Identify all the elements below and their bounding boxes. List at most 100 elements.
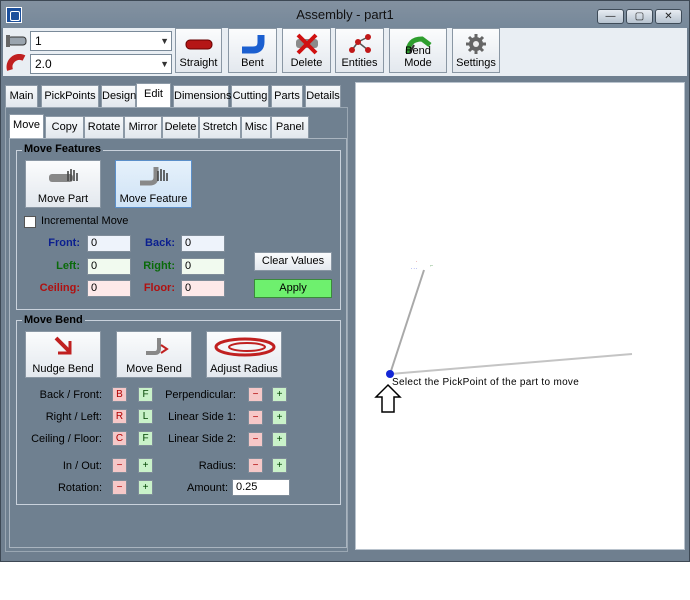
straight-label: Straight bbox=[179, 57, 218, 69]
floor-nudge-button[interactable]: F bbox=[138, 431, 153, 446]
pipe-size-select[interactable]: 1 ▼ bbox=[30, 31, 172, 51]
tab-pickpoints[interactable]: PickPoints bbox=[41, 85, 99, 107]
right-left-label: Right / Left: bbox=[45, 411, 102, 423]
tab-cutting[interactable]: Cutting bbox=[231, 85, 269, 107]
back-label: Back: bbox=[145, 237, 175, 249]
in-out-minus-button[interactable]: − bbox=[112, 458, 127, 473]
right-label: Right: bbox=[143, 260, 175, 272]
perpendicular-minus-button[interactable]: − bbox=[248, 387, 263, 402]
title-bar[interactable]: Assembly - part1 — ▢ ✕ bbox=[1, 1, 689, 28]
tab-delete[interactable]: Delete bbox=[162, 116, 199, 138]
entities-icon bbox=[348, 34, 371, 53]
back-front-label: Back / Front: bbox=[39, 389, 102, 401]
move-part-label: Move Part bbox=[37, 193, 89, 205]
incremental-move-label: Incremental Move bbox=[41, 215, 129, 227]
window-title: Assembly - part1 bbox=[296, 7, 394, 22]
floor-label: Floor: bbox=[143, 282, 175, 294]
radius-minus-button[interactable]: − bbox=[248, 458, 263, 473]
floor-field[interactable]: 0 bbox=[181, 280, 225, 297]
linear-side-1-plus-button[interactable]: + bbox=[272, 410, 287, 425]
tab-panel[interactable]: Panel bbox=[271, 116, 309, 138]
radius-plus-button[interactable]: + bbox=[272, 458, 287, 473]
svg-text:· · ·: · · · bbox=[411, 266, 417, 271]
main-tab-bar: Main PickPoints Design Edit Dimensions C… bbox=[5, 83, 345, 107]
perpendicular-label: Perpendicular: bbox=[165, 389, 236, 401]
move-part-button[interactable]: Move Part bbox=[25, 160, 101, 208]
bent-label: Bent bbox=[241, 57, 264, 69]
ceiling-floor-label: Ceiling / Floor: bbox=[31, 433, 102, 445]
apply-button[interactable]: Apply bbox=[254, 279, 332, 298]
tab-misc[interactable]: Misc bbox=[241, 116, 271, 138]
back-nudge-button[interactable]: B bbox=[112, 387, 127, 402]
left-nudge-button[interactable]: L bbox=[138, 409, 153, 424]
svg-text:·: · bbox=[416, 259, 417, 264]
amount-label: Amount: bbox=[187, 482, 228, 494]
bent-button[interactable]: Bent bbox=[228, 28, 277, 73]
tab-stretch[interactable]: Stretch bbox=[199, 116, 241, 138]
maximize-button[interactable]: ▢ bbox=[626, 9, 653, 24]
adjust-radius-label: Adjust Radius bbox=[210, 363, 278, 375]
in-out-label: In / Out: bbox=[62, 460, 102, 472]
in-out-plus-button[interactable]: + bbox=[138, 458, 153, 473]
move-feature-button[interactable]: Move Feature bbox=[115, 160, 192, 208]
tab-parts[interactable]: Parts bbox=[271, 85, 303, 107]
minimize-button[interactable]: — bbox=[597, 9, 624, 24]
right-nudge-button[interactable]: R bbox=[112, 409, 127, 424]
entities-button[interactable]: Entities bbox=[335, 28, 384, 73]
bend-mode-button[interactable]: Bend Mode bbox=[389, 28, 447, 73]
tab-edit[interactable]: Edit bbox=[136, 83, 171, 107]
move-bend-icon bbox=[146, 338, 169, 355]
tab-main[interactable]: Main bbox=[5, 85, 38, 107]
tab-rotate[interactable]: Rotate bbox=[84, 116, 124, 138]
straight-button[interactable]: Straight bbox=[175, 28, 222, 73]
bend-radius-value: 2.0 bbox=[35, 57, 52, 71]
nudge-bend-icon bbox=[54, 336, 72, 355]
sub-tab-bar: Move Copy Rotate Mirror Delete Stretch M… bbox=[9, 114, 309, 138]
settings-label: Settings bbox=[456, 57, 496, 69]
up-arrow-cursor-icon bbox=[374, 383, 402, 413]
bend-radius-icon bbox=[6, 53, 28, 72]
linear-side-2-minus-button[interactable]: − bbox=[248, 432, 263, 447]
rotation-plus-button[interactable]: + bbox=[138, 480, 153, 495]
tab-dimensions[interactable]: Dimensions bbox=[173, 85, 231, 107]
move-bend-label: Move Bend bbox=[126, 363, 182, 375]
svg-text:⌐: ⌐ bbox=[430, 263, 433, 268]
linear-side-1-minus-button[interactable]: − bbox=[248, 410, 263, 425]
adjust-radius-icon bbox=[214, 337, 276, 357]
nudge-bend-button[interactable]: Nudge Bend bbox=[25, 331, 101, 378]
move-feature-label: Move Feature bbox=[119, 193, 188, 205]
pipe-bent-icon bbox=[241, 35, 264, 54]
right-field[interactable]: 0 bbox=[181, 258, 225, 275]
perpendicular-plus-button[interactable]: + bbox=[272, 387, 287, 402]
tab-design[interactable]: Design bbox=[101, 85, 136, 107]
settings-button[interactable]: Settings bbox=[452, 28, 500, 73]
ceiling-nudge-button[interactable]: C bbox=[112, 431, 127, 446]
front-label: Front: bbox=[48, 237, 80, 249]
move-bend-title: Move Bend bbox=[22, 314, 85, 326]
tab-details[interactable]: Details bbox=[305, 85, 341, 107]
move-feature-icon bbox=[140, 167, 168, 186]
nudge-bend-label: Nudge Bend bbox=[32, 363, 94, 375]
rotation-label: Rotation: bbox=[57, 482, 102, 494]
bend-radius-select[interactable]: 2.0 ▼ bbox=[30, 54, 172, 74]
adjust-radius-button[interactable]: Adjust Radius bbox=[206, 331, 282, 378]
rotation-minus-button[interactable]: − bbox=[112, 480, 127, 495]
front-nudge-button[interactable]: F bbox=[138, 387, 153, 402]
delete-button[interactable]: Delete bbox=[282, 28, 331, 73]
linear-side-1-label: Linear Side 1: bbox=[168, 411, 236, 423]
amount-field[interactable]: 0.25 bbox=[232, 479, 290, 496]
pipe-size-value: 1 bbox=[35, 34, 42, 48]
clear-values-button[interactable]: Clear Values bbox=[254, 252, 332, 271]
close-button[interactable]: ✕ bbox=[655, 9, 682, 24]
gear-icon bbox=[466, 34, 486, 54]
drawing-canvas[interactable]: · · · · ⌐ Select the PickPoint of the pa… bbox=[355, 82, 685, 550]
move-features-title: Move Features bbox=[22, 143, 104, 155]
linear-side-2-plus-button[interactable]: + bbox=[272, 432, 287, 447]
back-field[interactable]: 0 bbox=[181, 235, 225, 252]
tab-move[interactable]: Move bbox=[9, 114, 44, 138]
move-bend-button[interactable]: Move Bend bbox=[116, 331, 192, 378]
canvas-status-text: Select the PickPoint of the part to move bbox=[392, 377, 580, 388]
tab-mirror[interactable]: Mirror bbox=[124, 116, 162, 138]
tab-copy[interactable]: Copy bbox=[45, 116, 84, 138]
incremental-move-checkbox[interactable] bbox=[24, 216, 36, 228]
